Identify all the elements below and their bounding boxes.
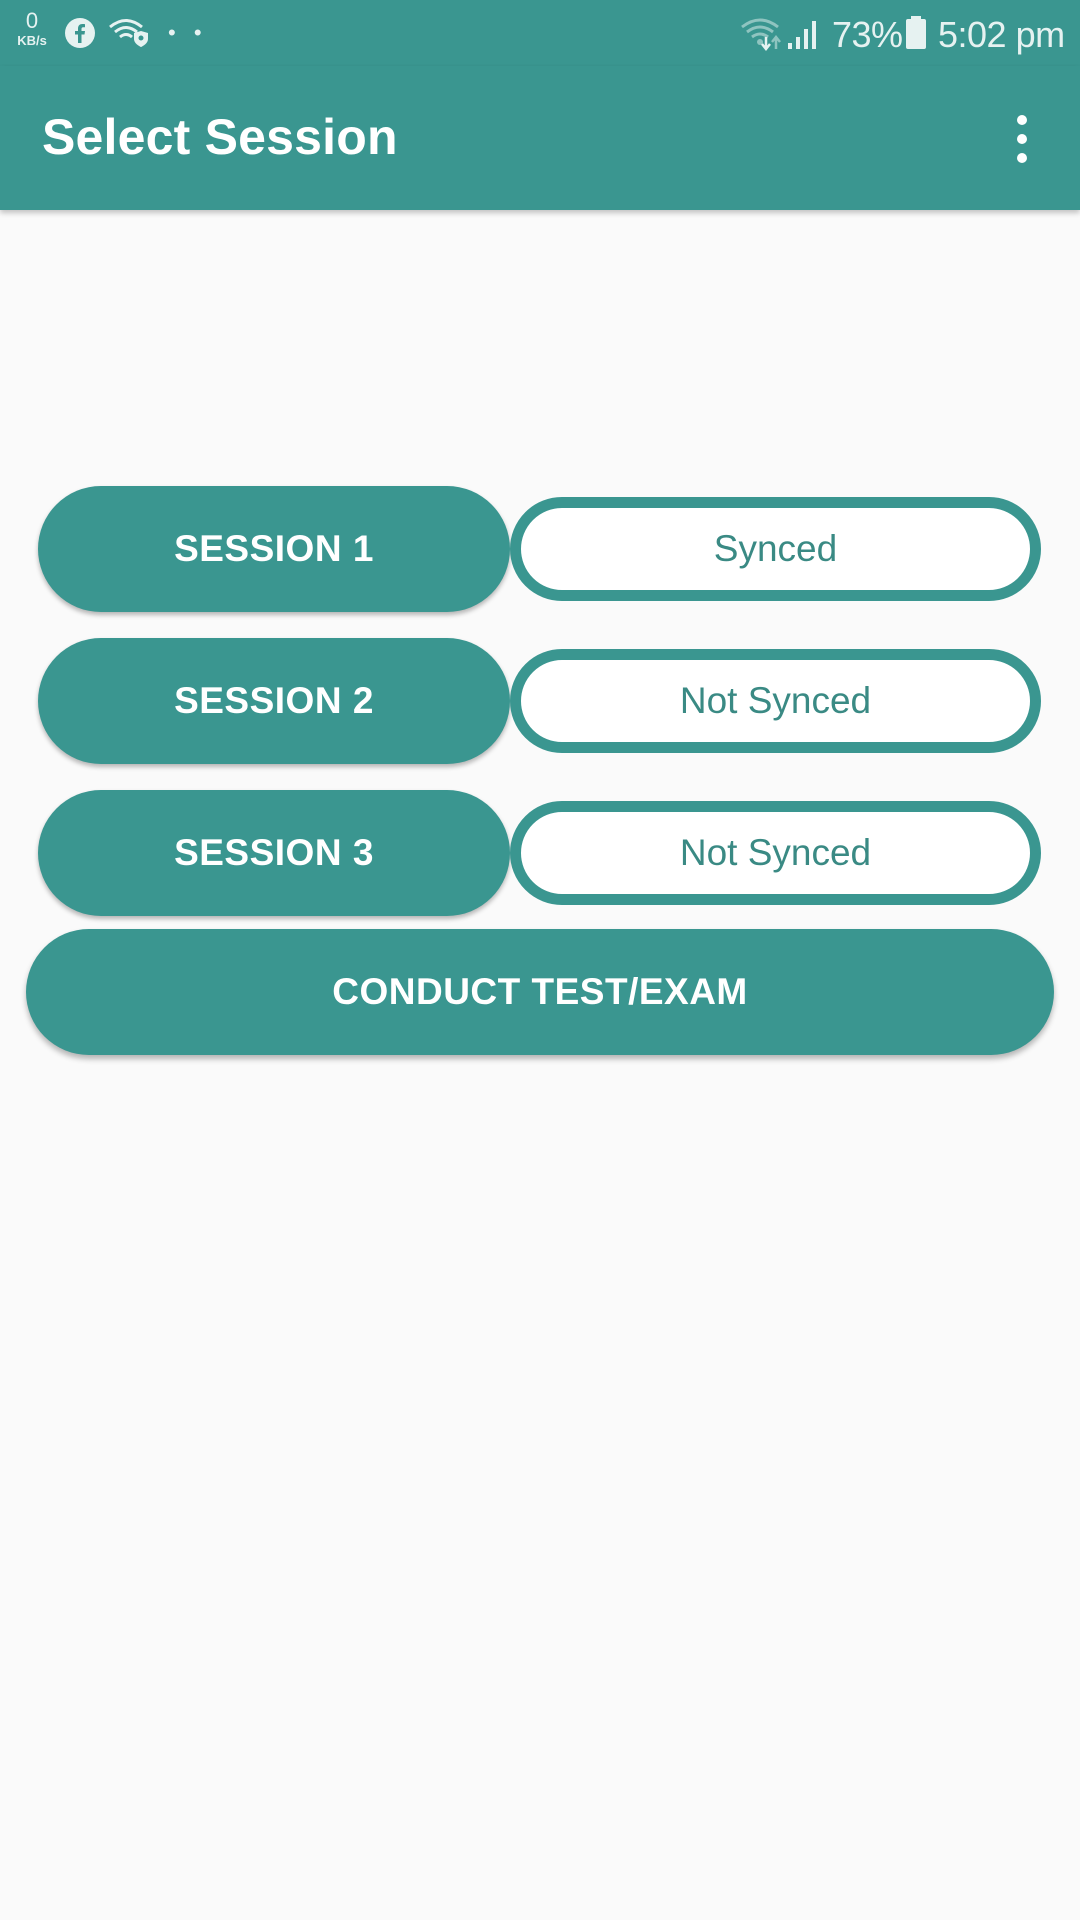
battery-icon [904,15,928,56]
notification-dots: • • [168,20,208,45]
session-3-sync-status: Not Synced [510,801,1041,905]
network-speed-unit: KB/s [17,33,47,48]
session-3-button[interactable]: SESSION 3 [38,790,510,916]
app-bar: Select Session [0,66,1080,210]
session-row-1: SESSION 1 Synced [38,486,1041,614]
battery-percent: 73% [832,14,903,55]
clock: 5:02 pm [938,14,1065,55]
more-vert-icon[interactable] [998,106,1046,172]
wifi-shield-icon [108,17,148,54]
wifi-icon [740,15,784,56]
session-1-sync-status: Synced [510,497,1041,601]
facebook-icon [64,17,96,54]
network-speed-value: 0 [25,8,39,33]
conduct-test-exam-button[interactable]: CONDUCT TEST/EXAM [26,929,1054,1055]
page-title: Select Session [42,109,398,165]
session-row-3: SESSION 3 Not Synced [38,790,1041,918]
session-row-2: SESSION 2 Not Synced [38,638,1041,766]
session-1-button[interactable]: SESSION 1 [38,486,510,612]
menu-dot [1017,153,1027,163]
network-speed-indicator: 0 KB/s [12,8,52,48]
menu-dot [1017,115,1027,125]
session-2-button[interactable]: SESSION 2 [38,638,510,764]
menu-dot [1017,134,1027,144]
status-bar: 0 KB/s • • 73% 5:02 pm [0,0,1080,66]
session-2-sync-status: Not Synced [510,649,1041,753]
signal-icon [786,15,822,56]
